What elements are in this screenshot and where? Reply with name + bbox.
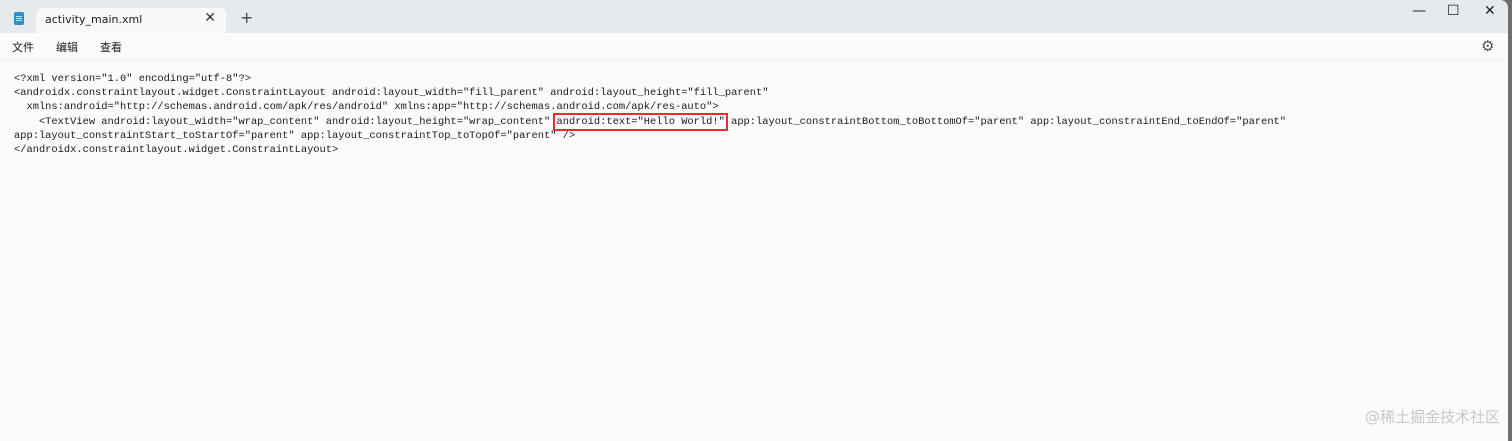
- maximize-button[interactable]: ☐: [1447, 3, 1460, 19]
- editor-text: <TextView android:layout_width="wrap_con…: [14, 115, 557, 128]
- menu-view[interactable]: 查看: [100, 39, 122, 55]
- editor-line: app:layout_constraintStart_toStartOf="pa…: [14, 129, 576, 142]
- editor-line: <?xml version="1.0" encoding="utf-8"?>: [14, 73, 251, 85]
- minimize-button[interactable]: —: [1412, 3, 1426, 19]
- tab-title: activity_main.xml: [45, 13, 143, 26]
- new-tab-button[interactable]: +: [240, 8, 253, 27]
- settings-gear-icon[interactable]: ⚙: [1481, 37, 1494, 55]
- title-bar: activity_main.xml ✕ + — ☐ ✕: [0, 0, 1508, 33]
- tab-close-icon[interactable]: ✕: [204, 10, 216, 26]
- editor-line: xmlns:android="http://schemas.android.co…: [14, 101, 719, 114]
- text-editor[interactable]: <?xml version="1.0" encoding="utf-8"?> <a…: [14, 72, 1286, 157]
- menu-bar: 文件 编辑 查看 ⚙: [0, 33, 1508, 61]
- menu-file[interactable]: 文件: [12, 39, 34, 55]
- close-window-button[interactable]: ✕: [1484, 3, 1496, 19]
- highlighted-text-attribute: android:text="Hello World!": [553, 112, 728, 131]
- editor-line: <TextView android:layout_width="wrap_con…: [14, 112, 1287, 131]
- editor-line: </androidx.constraintlayout.widget.Const…: [14, 144, 339, 157]
- tab-activity-main[interactable]: activity_main.xml ✕: [36, 8, 226, 33]
- watermark: @稀土掘金技术社区: [1364, 408, 1500, 426]
- editor-text: app:layout_constraintBottom_toBottomOf="…: [724, 115, 1287, 128]
- notepad-window: activity_main.xml ✕ + — ☐ ✕ 文件 编辑 查看 ⚙ <…: [0, 0, 1508, 441]
- notepad-app-icon: [14, 12, 24, 25]
- menu-edit[interactable]: 编辑: [56, 39, 78, 55]
- editor-line: <androidx.constraintlayout.widget.Constr…: [14, 87, 769, 100]
